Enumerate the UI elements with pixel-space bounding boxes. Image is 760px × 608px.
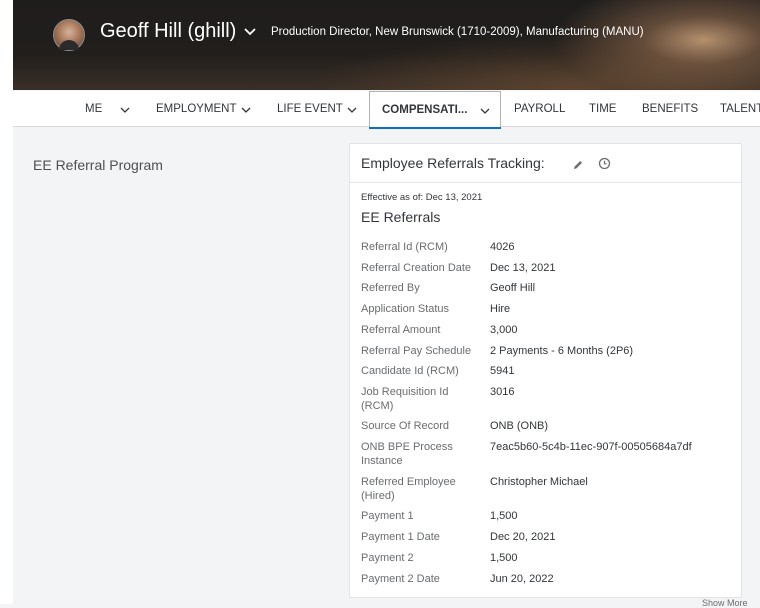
field-value: 4026 <box>490 241 515 253</box>
employee-referrals-card: Employee Referrals Tracking: Effective a… <box>349 143 742 598</box>
field-label: Payment 1 <box>361 510 414 522</box>
tab-label: PAYROLL <box>514 103 566 115</box>
tab-label: LIFE EVENT <box>277 103 343 115</box>
user-name[interactable]: Geoff Hill (ghill) <box>100 20 236 43</box>
user-job-title: Production Director, New Brunswick (1710… <box>271 26 644 38</box>
field-value: Christopher Michael <box>490 476 588 488</box>
field-label: Candidate Id (RCM) <box>361 365 459 377</box>
navigation-tab-bar: ME EMPLOYMENT LIFE EVENT COMPENSATI... P… <box>13 91 760 129</box>
field-label: Referral Pay Schedule <box>361 345 472 357</box>
field-label: Payment 2 <box>361 552 414 564</box>
tab-label: TALENT <box>720 103 760 115</box>
chevron-down-icon <box>120 105 130 117</box>
tab-label: ME <box>85 103 103 115</box>
field-label: Application Status <box>361 303 450 315</box>
chevron-down-icon <box>241 105 251 117</box>
left-edge-strip <box>0 0 13 604</box>
card-header: Employee Referrals Tracking: <box>350 144 741 183</box>
chevron-down-icon <box>480 106 490 118</box>
section-title: EE Referral Program <box>33 157 163 173</box>
field-label: Job Requisition Id (RCM) <box>361 386 449 412</box>
tab-time[interactable]: TIME <box>589 91 623 127</box>
field-label: Source Of Record <box>361 420 450 432</box>
selected-tab-indicator <box>369 127 501 129</box>
tab-life-event[interactable]: LIFE EVENT <box>277 91 359 127</box>
field-label: Referral Id (RCM) <box>361 241 448 253</box>
field-value: Jun 20, 2022 <box>490 573 554 585</box>
pencil-icon[interactable] <box>572 158 584 176</box>
field-value: Geoff Hill <box>490 282 536 294</box>
tab-employment[interactable]: EMPLOYMENT <box>156 91 256 127</box>
field-label: Referral Amount <box>361 324 441 336</box>
tab-label: EMPLOYMENT <box>156 103 237 115</box>
field-value: 3016 <box>490 386 515 398</box>
tab-talent[interactable]: TALENT <box>720 91 760 127</box>
tab-compensation[interactable]: COMPENSATI... <box>369 91 501 129</box>
field-label: Referred By <box>361 282 420 294</box>
chevron-down-icon <box>347 105 357 117</box>
field-label: Referral Creation Date <box>361 262 472 274</box>
field-value: 1,500 <box>490 510 518 522</box>
field-value: 3,000 <box>490 324 518 336</box>
field-value: Dec 13, 2021 <box>490 262 556 274</box>
effective-date: Effective as of: Dec 13, 2021 <box>361 192 483 203</box>
field-value: 7eac5b60-5c4b-11ec-907f-00505684a7df <box>490 441 692 453</box>
card-title: Employee Referrals Tracking: <box>361 155 545 171</box>
field-label: ONB BPE Process Instance <box>361 441 453 467</box>
field-value: 2 Payments - 6 Months (2P6) <box>490 345 634 357</box>
tab-me[interactable]: ME <box>85 91 143 127</box>
tab-label: BENEFITS <box>642 103 699 115</box>
field-value: 1,500 <box>490 552 518 564</box>
field-value: ONB (ONB) <box>490 420 549 432</box>
field-label: Referred Employee (Hired) <box>361 476 456 502</box>
field-value: Hire <box>490 303 511 315</box>
profile-header: Geoff Hill (ghill) Production Director, … <box>13 0 760 90</box>
tab-benefits[interactable]: BENEFITS <box>642 91 702 127</box>
tab-payroll[interactable]: PAYROLL <box>514 91 570 127</box>
tab-label: TIME <box>589 103 617 115</box>
history-icon[interactable] <box>598 157 611 175</box>
user-avatar[interactable] <box>53 19 85 51</box>
field-value: 5941 <box>490 365 515 377</box>
show-more-link[interactable]: Show More <box>702 598 748 608</box>
subsection-title: EE Referrals <box>361 209 441 225</box>
chevron-down-icon[interactable] <box>243 24 257 42</box>
field-label: Payment 2 Date <box>361 573 440 585</box>
field-value: Dec 20, 2021 <box>490 531 556 543</box>
field-label: Payment 1 Date <box>361 531 440 543</box>
tab-label: COMPENSATI... <box>382 104 468 116</box>
